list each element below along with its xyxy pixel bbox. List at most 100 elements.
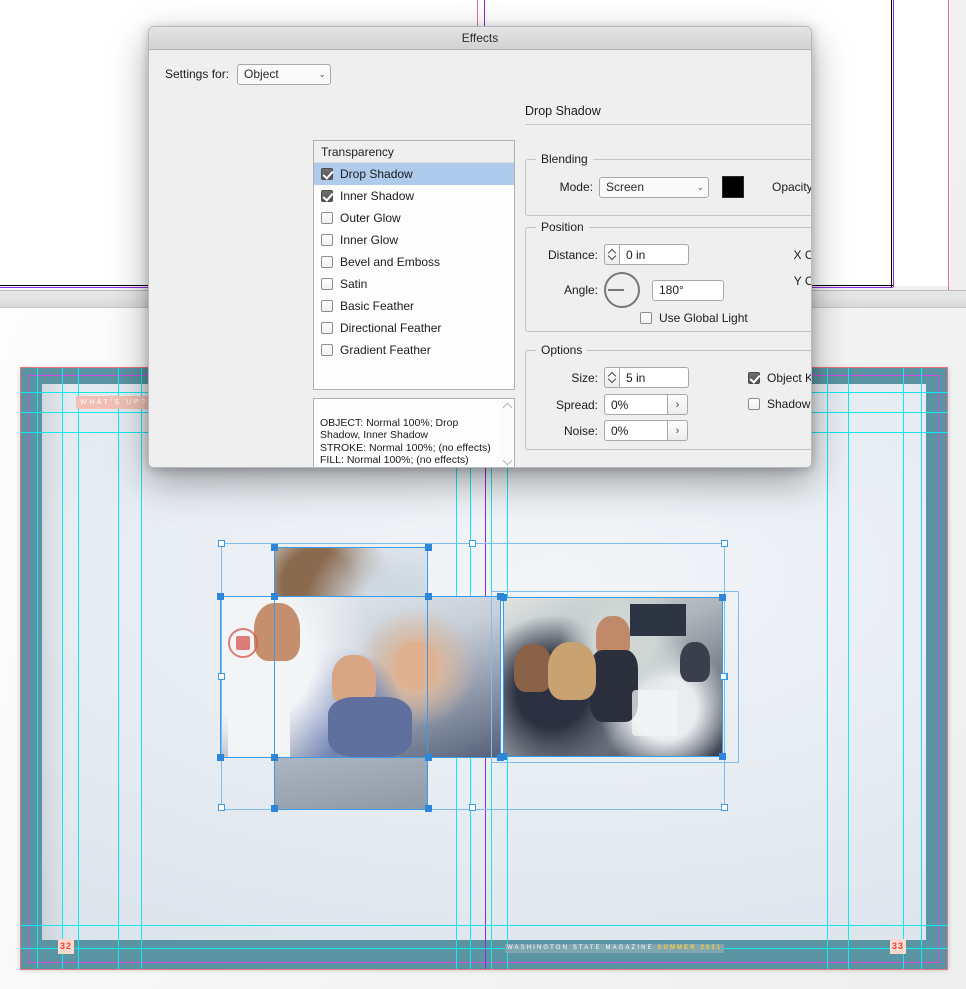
selection-handle[interactable]: [218, 540, 225, 547]
spread-input[interactable]: 0%: [604, 394, 668, 415]
footer-issue-text: SUMMER 2021: [657, 945, 723, 951]
ruler-guide-v[interactable]: [848, 368, 849, 969]
opacity-label: Opacity:: [771, 180, 812, 194]
frame-handle[interactable]: [217, 754, 224, 761]
list-item-label: Bevel and Emboss: [340, 255, 441, 269]
noise-value: 0%: [611, 423, 629, 438]
selection-handle[interactable]: [721, 804, 728, 811]
list-item-outer-glow[interactable]: Outer Glow: [314, 207, 514, 229]
use-global-light-row[interactable]: Use Global Light: [640, 311, 748, 325]
ruler-guide-h[interactable]: [20, 948, 948, 949]
ruler-guide-v[interactable]: [141, 368, 142, 969]
checkbox-icon[interactable]: [321, 168, 333, 180]
footer-magazine-text: WASHINGTON STATE MAGAZINE: [507, 945, 654, 951]
effects-list[interactable]: Transparency Drop Shadow Inner Shadow Ou…: [313, 140, 515, 390]
list-item-satin[interactable]: Satin: [314, 273, 514, 295]
frame-handle[interactable]: [719, 594, 726, 601]
checkbox-icon[interactable]: [748, 372, 760, 384]
photo-frame-right[interactable]: [504, 598, 722, 756]
list-item-basic-feather[interactable]: Basic Feather: [314, 295, 514, 317]
chevron-down-icon: ⌄: [318, 68, 327, 79]
angle-input[interactable]: 180°: [652, 279, 724, 301]
shadow-honors-other-effects-label: Shadow Honors Other Effects: [767, 397, 811, 411]
ruler-guide-v[interactable]: [118, 368, 119, 969]
selection-handle[interactable]: [469, 540, 476, 547]
distance-input[interactable]: 0 in: [619, 244, 689, 265]
dialog-titlebar[interactable]: Effects: [149, 27, 811, 50]
checkbox-icon[interactable]: [321, 322, 333, 334]
shadow-color-swatch[interactable]: [722, 176, 744, 198]
noise-popup-button[interactable]: ›: [668, 420, 688, 441]
frame-handle[interactable]: [500, 594, 507, 601]
frame-handle[interactable]: [500, 753, 507, 760]
frame-handle[interactable]: [425, 805, 432, 812]
frame-handle[interactable]: [271, 805, 278, 812]
use-global-light-label: Use Global Light: [659, 311, 748, 325]
spread-popup-button[interactable]: ›: [668, 394, 688, 415]
frame-handle[interactable]: [271, 754, 278, 761]
section-title: Drop Shadow: [525, 104, 601, 118]
distance-label: Distance:: [547, 247, 598, 262]
frame-handle[interactable]: [217, 593, 224, 600]
list-item-inner-shadow[interactable]: Inner Shadow: [314, 185, 514, 207]
brand-seal: [228, 628, 258, 658]
chevron-right-icon: ›: [675, 424, 680, 437]
list-item-label: Basic Feather: [340, 299, 415, 313]
distance-stepper[interactable]: [604, 244, 619, 265]
ruler-guide-v[interactable]: [903, 368, 904, 969]
settings-for-select[interactable]: Object ⌄: [237, 63, 332, 85]
ruler-guide-v[interactable]: [78, 368, 79, 969]
list-item-drop-shadow[interactable]: Drop Shadow: [314, 163, 514, 185]
checkbox-icon[interactable]: [321, 300, 333, 312]
checkbox-icon[interactable]: [321, 278, 333, 290]
frame-handle[interactable]: [425, 544, 432, 551]
list-item-inner-glow[interactable]: Inner Glow: [314, 229, 514, 251]
checkbox-icon[interactable]: [321, 234, 333, 246]
list-item-bevel-and-emboss[interactable]: Bevel and Emboss: [314, 251, 514, 273]
selection-handle[interactable]: [218, 804, 225, 811]
object-knocks-out-shadow-label: Object Knocks Out Shadow: [767, 371, 811, 385]
frame-handle[interactable]: [425, 593, 432, 600]
noise-input[interactable]: 0%: [604, 420, 668, 441]
photo-frame-left[interactable]: [220, 597, 500, 757]
selection-handle[interactable]: [721, 540, 728, 547]
blend-mode-select[interactable]: Screen ⌄: [599, 176, 709, 198]
object-knocks-out-shadow-row[interactable]: Object Knocks Out Shadow: [748, 371, 811, 385]
angle-dial[interactable]: [604, 272, 640, 308]
checkbox-icon[interactable]: [321, 256, 333, 268]
ruler-guide-v[interactable]: [827, 368, 828, 969]
settings-for-value: Object: [244, 67, 279, 81]
checkbox-icon[interactable]: [321, 212, 333, 224]
selection-handle[interactable]: [469, 804, 476, 811]
frame-handle[interactable]: [271, 593, 278, 600]
frame-handle[interactable]: [271, 544, 278, 551]
frame-handle[interactable]: [425, 754, 432, 761]
checkbox-icon[interactable]: [640, 312, 652, 324]
selection-handle[interactable]: [218, 673, 225, 680]
options-group: Options Size: 5 in Spread: 0% › Noise: 0…: [525, 343, 811, 450]
summary-scrollbar[interactable]: [501, 400, 513, 467]
size-value: 5 in: [626, 370, 646, 385]
checkbox-icon[interactable]: [321, 190, 333, 202]
list-item-label: Inner Glow: [340, 233, 399, 247]
ruler-guide-h[interactable]: [20, 925, 948, 926]
shadow-honors-other-effects-row[interactable]: Shadow Honors Other Effects: [748, 397, 811, 411]
size-stepper[interactable]: [604, 367, 619, 388]
ruler-guide-v[interactable]: [921, 368, 922, 969]
effects-summary: OBJECT: Normal 100%; Drop Shadow, Inner …: [313, 398, 515, 467]
list-item-directional-feather[interactable]: Directional Feather: [314, 317, 514, 339]
selection-handle[interactable]: [720, 673, 727, 680]
dialog-title: Effects: [461, 31, 499, 45]
angle-dial-needle: [608, 289, 624, 291]
size-input[interactable]: 5 in: [619, 367, 689, 388]
checkbox-icon[interactable]: [748, 398, 760, 410]
frame-handle[interactable]: [719, 753, 726, 760]
list-item-gradient-feather[interactable]: Gradient Feather: [314, 339, 514, 361]
angle-value: 180°: [659, 283, 684, 297]
position-legend: Position: [536, 220, 589, 234]
noise-label: Noise:: [563, 423, 598, 438]
effects-dialog[interactable]: Effects Settings for: Object ⌄ Drop Shad…: [148, 26, 812, 468]
ruler-guide-v[interactable]: [62, 368, 63, 969]
checkbox-icon[interactable]: [321, 344, 333, 356]
ruler-guide-v[interactable]: [37, 368, 38, 969]
